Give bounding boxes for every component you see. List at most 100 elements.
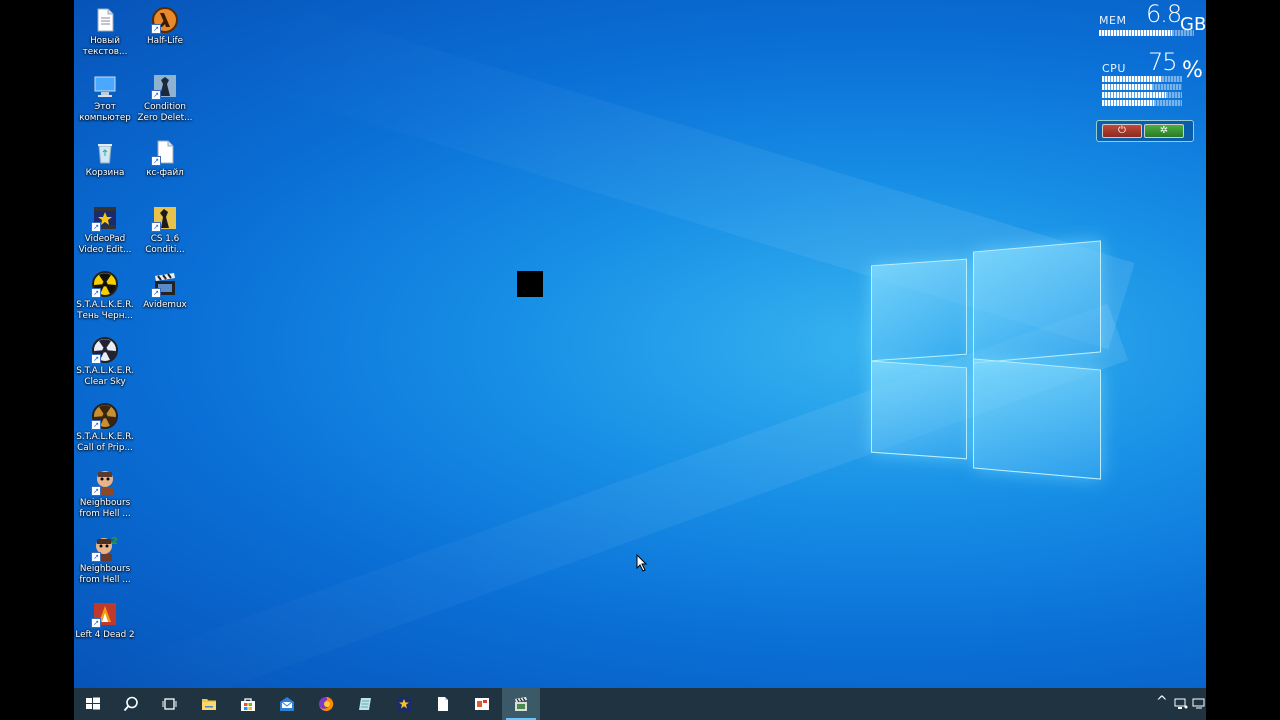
cpu-core-bar-remaining [1152,84,1182,90]
desktop-icon-new-text[interactable]: Новый текстов... [74,2,136,64]
desktop-icon-label: S.T.A.L.K.E.R. Тень Черн... [76,300,134,321]
avidemux-clapperboard-icon: ↗ [151,270,179,298]
desktop-icon-label: Half-Life [146,36,184,46]
taskbar-avidemux[interactable] [502,688,540,720]
windows-logo-icon [86,697,100,710]
desktop-icon-half-life[interactable]: ↗ Half-Life [134,2,196,64]
windows-logo-pane [871,360,967,460]
desktop-icon-condition-zero[interactable]: ↗ Condition Zero Delet... [134,68,196,130]
desktop-icon-label: Avidemux [143,300,187,310]
stalker-clear-sky-icon: ↗ [91,336,119,364]
taskbar: ^ [74,688,1206,720]
mem-value: 6.8 [1146,0,1182,28]
desktop-icon-label: CS 1.6 Conditi... [145,234,185,255]
desktop-icon-cs16[interactable]: ↗ CS 1.6 Conditi... [134,200,196,262]
mem-bar [1099,30,1172,36]
condition-zero-icon: ↗ [151,72,179,100]
office-icon [475,698,489,710]
store-bag-icon [241,698,255,711]
taskbar-mail[interactable] [268,688,306,720]
task-view-button[interactable] [151,688,189,720]
start-button[interactable] [74,688,112,720]
stalker-call-of-pripyat-icon: ↗ [91,402,119,430]
windows-logo-pane [973,358,1101,480]
taskbar-notepad[interactable] [346,688,384,720]
windows-logo-pane [973,240,1101,364]
desktop-icon-cs-file[interactable]: ↗ кс-файл [134,134,196,196]
videopad-icon: ↗ [91,204,119,232]
desktop-icon-recycle-bin[interactable]: Корзина [74,134,136,196]
neighbours-from-hell-2-icon: 2 ↗ [91,534,119,562]
mouse-cursor-icon [636,554,648,572]
desktop-icon-label: Этот компьютер [79,102,131,123]
counter-strike-icon: ↗ [151,204,179,232]
taskbar-videopad[interactable] [385,688,423,720]
mem-label: MEM [1099,14,1127,27]
tray-chevron-icon[interactable]: ^ [1156,694,1168,710]
display-icon[interactable] [1174,698,1188,710]
desktop-screen: Новый текстов... Этот компьютер Корзина … [74,0,1206,720]
avidemux-clapperboard-icon [515,697,527,711]
mem-bar-remaining [1172,30,1194,36]
text-document-icon [91,6,119,34]
svg-text:2: 2 [111,536,118,547]
desktop-icon-stalker-shadow[interactable]: ↗ S.T.A.L.K.E.R. Тень Черн... [74,266,136,328]
videopad-icon [397,697,411,711]
windows-logo-pane [871,258,967,362]
desktop-icon-stalker-clear-sky[interactable]: ↗ S.T.A.L.K.E.R. Clear Sky [74,332,136,394]
taskbar-office[interactable] [463,688,501,720]
cpu-core-bar-remaining [1154,100,1182,106]
half-life-icon: ↗ [151,6,179,34]
desktop-icon-label: Корзина [85,168,125,178]
mail-icon [280,697,294,711]
black-square [517,271,543,297]
stalker-radiation-icon: ↗ [91,270,119,298]
cpu-core-bar [1102,100,1154,106]
desktop-icon-label: Новый текстов... [82,36,128,57]
taskbar-firefox[interactable] [307,688,345,720]
neighbours-from-hell-icon: ↗ [91,468,119,496]
desktop-icon-label: S.T.A.L.K.E.R. Call of Prip... [76,432,134,453]
taskbar-store[interactable] [229,688,267,720]
taskbar-explorer[interactable] [190,688,228,720]
network-icon[interactable] [1192,698,1206,710]
desktop-icon-label: Condition Zero Delet... [137,102,193,123]
wallpaper [74,0,1206,688]
power-button[interactable]: ⏻ [1102,124,1142,138]
desktop-icon-label: S.T.A.L.K.E.R. Clear Sky [76,366,134,387]
left4dead2-icon: ↗ [91,600,119,628]
desktop-icon-label: Neighbours from Hell ... [79,564,131,585]
cpu-core-bar-remaining [1162,76,1182,82]
search-button[interactable] [112,688,150,720]
desktop-icon-label: кс-файл [146,168,184,178]
search-icon [123,696,138,712]
folder-icon [202,699,216,710]
firefox-icon [319,696,334,711]
cpu-value: 75 [1148,48,1178,76]
blank-file-icon: ↗ [151,138,179,166]
recycle-bin-icon [91,138,119,166]
desktop-icon-neighbours-2[interactable]: 2 ↗ Neighbours from Hell ... [74,530,136,592]
this-pc-icon [91,72,119,100]
cpu-label: CPU [1102,62,1126,75]
cpu-core-bar [1102,76,1162,82]
desktop-icon-this-pc[interactable]: Этот компьютер [74,68,136,130]
desktop-icon-label: Neighbours from Hell ... [79,498,131,519]
desktop-icon-videopad[interactable]: ↗ VideoPad Video Edit... [74,200,136,262]
settings-button[interactable]: ✲ [1144,124,1184,138]
taskbar-file[interactable] [424,688,462,720]
notepad-icon [359,698,371,710]
blank-file-icon [438,697,448,711]
system-monitor-gadget[interactable]: MEM 6.8 GB CPU 75 % ⏻ ✲ [1096,0,1206,150]
desktop-icon-left4dead2[interactable]: ↗ Left 4 Dead 2 [74,596,136,658]
cpu-core-bar [1102,92,1166,98]
cpu-unit: % [1182,58,1203,83]
cpu-core-bar [1102,84,1152,90]
task-view-icon [162,698,177,710]
desktop-icon-label: VideoPad Video Edit... [78,234,132,255]
cpu-core-bar-remaining [1166,92,1182,98]
desktop-icon-label: Left 4 Dead 2 [75,630,135,640]
desktop-icon-neighbours-1[interactable]: ↗ Neighbours from Hell ... [74,464,136,526]
desktop-icon-stalker-pripyat[interactable]: ↗ S.T.A.L.K.E.R. Call of Prip... [74,398,136,460]
desktop-icon-avidemux[interactable]: ↗ Avidemux [134,266,196,328]
